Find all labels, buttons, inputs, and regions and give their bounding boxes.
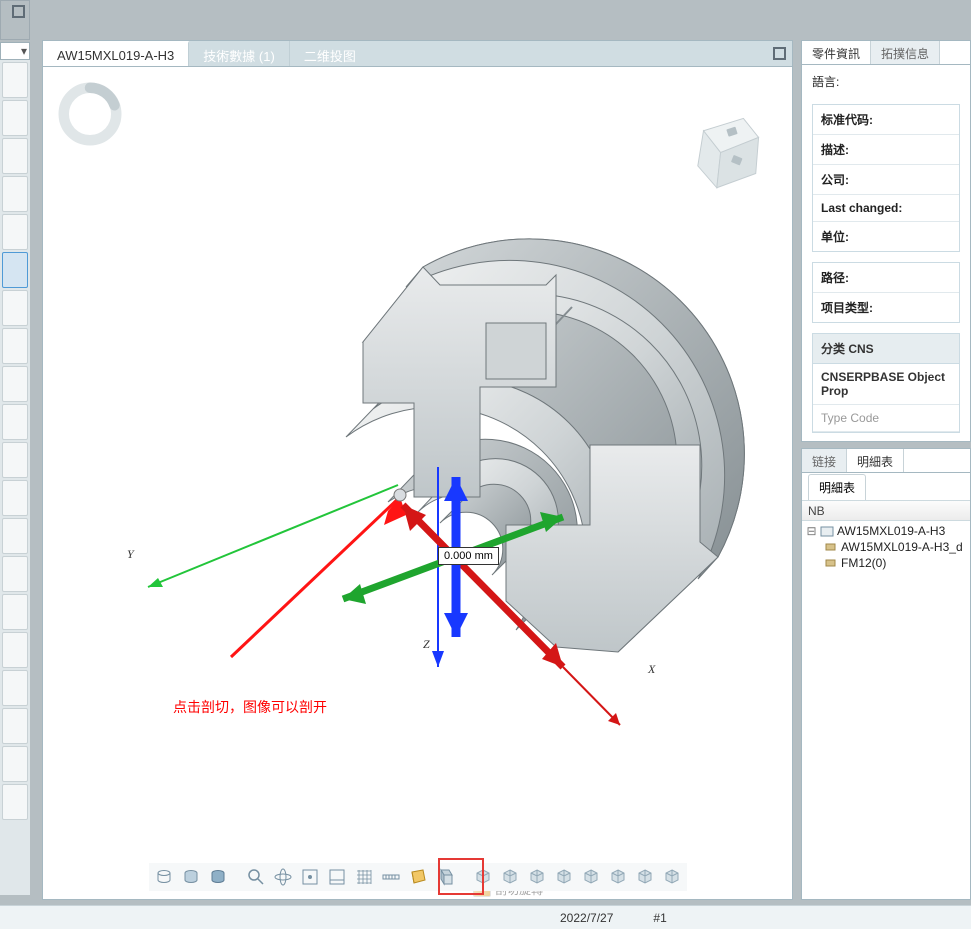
main-viewer: AW15MXL019-A-H3 技術數據 (1) 二维投图 — [42, 40, 793, 900]
rail-header — [0, 0, 30, 40]
tree-root-label: AW15MXL019-A-H3 — [837, 524, 945, 538]
rail-dropdown[interactable] — [0, 42, 30, 60]
section-cut-button[interactable] — [406, 865, 430, 889]
reset-view-button[interactable] — [325, 865, 349, 889]
tab-links[interactable]: 链接 — [802, 449, 847, 472]
tree-child-2[interactable]: FM12(0) — [806, 555, 966, 571]
status-page: #1 — [653, 911, 666, 925]
bom-tabs: 链接 明細表 — [802, 449, 970, 473]
viewer-toolbar — [149, 863, 687, 891]
viewport-3d[interactable]: 0.000 mm X Y Z 点击剖切，图像可以剖开 剖切旋轉 — [43, 67, 792, 899]
rail-tabs — [0, 60, 30, 895]
language-label: 語言: — [802, 65, 970, 98]
prop-item-type: 项目类型: — [813, 293, 959, 322]
tab-bom[interactable]: 明細表 — [847, 449, 904, 472]
iso-view-2-button[interactable] — [498, 865, 522, 889]
tab-techdata[interactable]: 技術數據 (1) — [189, 41, 290, 66]
rail-tab-10[interactable] — [2, 404, 28, 440]
status-date: 2022/7/27 — [560, 911, 613, 925]
rail-tab-18[interactable] — [2, 708, 28, 744]
tree-root[interactable]: ⊟ AW15MXL019-A-H3 — [806, 523, 966, 539]
prop-description: 描述: — [813, 135, 959, 165]
bom-subtabs: 明細表 — [802, 473, 970, 501]
iso-view-4-button[interactable] — [552, 865, 576, 889]
rail-tab-11[interactable] — [2, 442, 28, 478]
part-icon — [824, 541, 838, 553]
section-plane-button[interactable] — [433, 865, 457, 889]
rail-tab-16[interactable] — [2, 632, 28, 668]
class-row-erp: CNSERPBASE Object Prop — [813, 364, 959, 405]
measure-button[interactable] — [379, 865, 403, 889]
info-tabs: 零件資訊 拓撲信息 — [802, 41, 970, 65]
bom-column-header: NB — [802, 501, 970, 521]
top-strip — [0, 0, 971, 40]
tree-child-1-label: AW15MXL019-A-H3_d — [841, 540, 963, 554]
right-column: 零件資訊 拓撲信息 語言: 标准代码: 描述: 公司: Last changed… — [801, 40, 971, 900]
axis-z-label: Z — [423, 637, 430, 652]
status-bar: 2022/7/27 #1 — [0, 905, 971, 929]
iso-view-6-button[interactable] — [606, 865, 630, 889]
rail-tab-7[interactable] — [2, 290, 28, 326]
perspective-button[interactable] — [271, 865, 295, 889]
classification-header: 分类 CNS — [812, 333, 960, 364]
properties-block-1: 标准代码: 描述: 公司: Last changed: 单位: — [812, 104, 960, 252]
rail-tab-9[interactable] — [2, 366, 28, 402]
iso-view-5-button[interactable] — [579, 865, 603, 889]
prop-company: 公司: — [813, 165, 959, 195]
rail-tab-12[interactable] — [2, 480, 28, 516]
annotation-text: 点击剖切，图像可以剖开 — [173, 697, 327, 717]
iso-view-8-button[interactable] — [660, 865, 684, 889]
render-wire-button[interactable] — [152, 865, 176, 889]
rail-tab-20[interactable] — [2, 784, 28, 820]
rail-tab-15[interactable] — [2, 594, 28, 630]
viewer-tabs: AW15MXL019-A-H3 技術數據 (1) 二维投图 — [43, 41, 792, 67]
bom-panel: 链接 明細表 明細表 NB ⊟ AW15MXL019-A-H3 AW15MXL0… — [801, 448, 971, 900]
render-shaded-button[interactable] — [206, 865, 230, 889]
axis-y-label: Y — [127, 547, 134, 562]
rail-tab-4[interactable] — [2, 176, 28, 212]
grid-button[interactable] — [352, 865, 376, 889]
classification-body: CNSERPBASE Object Prop Type Code — [812, 364, 960, 433]
iso-view-1-button[interactable] — [471, 865, 495, 889]
axis-x-label: X — [648, 662, 655, 677]
tab-2dproj[interactable]: 二维投图 — [290, 41, 370, 66]
collapse-icon[interactable]: ⊟ — [806, 524, 817, 538]
left-rail — [0, 0, 30, 895]
rail-tab-3[interactable] — [2, 138, 28, 174]
maximize-icon[interactable] — [773, 47, 786, 60]
rail-tab-5[interactable] — [2, 214, 28, 250]
properties-block-2: 路径: 项目类型: — [812, 262, 960, 323]
restore-icon[interactable] — [12, 5, 25, 18]
bom-subtab[interactable]: 明細表 — [808, 474, 866, 500]
prop-path: 路径: — [813, 263, 959, 293]
bom-tree: ⊟ AW15MXL019-A-H3 AW15MXL019-A-H3_d FM12… — [802, 521, 970, 573]
center-view-button[interactable] — [298, 865, 322, 889]
rail-tab-6[interactable] — [2, 252, 28, 288]
rail-tab-2[interactable] — [2, 100, 28, 136]
rail-tab-1[interactable] — [2, 62, 28, 98]
prop-standard-code: 标准代码: — [813, 105, 959, 135]
rail-tab-8[interactable] — [2, 328, 28, 364]
tree-child-2-label: FM12(0) — [841, 556, 886, 570]
part-icon — [824, 557, 838, 569]
prop-unit: 单位: — [813, 222, 959, 251]
rail-tab-17[interactable] — [2, 670, 28, 706]
part-info-panel: 零件資訊 拓撲信息 語言: 标准代码: 描述: 公司: Last changed… — [801, 40, 971, 442]
tree-child-1[interactable]: AW15MXL019-A-H3_d — [806, 539, 966, 555]
tab-topology[interactable]: 拓撲信息 — [871, 41, 940, 64]
class-row-typecode: Type Code — [813, 405, 959, 432]
rail-tab-13[interactable] — [2, 518, 28, 554]
prop-last-changed: Last changed: — [813, 195, 959, 222]
measurement-readout: 0.000 mm — [438, 547, 499, 565]
tab-part[interactable]: AW15MXL019-A-H3 — [43, 41, 189, 66]
iso-view-3-button[interactable] — [525, 865, 549, 889]
zoom-fit-button[interactable] — [244, 865, 268, 889]
rail-tab-14[interactable] — [2, 556, 28, 592]
tab-part-info[interactable]: 零件資訊 — [802, 41, 871, 64]
iso-view-7-button[interactable] — [633, 865, 657, 889]
render-solid-button[interactable] — [179, 865, 203, 889]
assembly-icon — [820, 525, 834, 537]
rail-tab-19[interactable] — [2, 746, 28, 782]
